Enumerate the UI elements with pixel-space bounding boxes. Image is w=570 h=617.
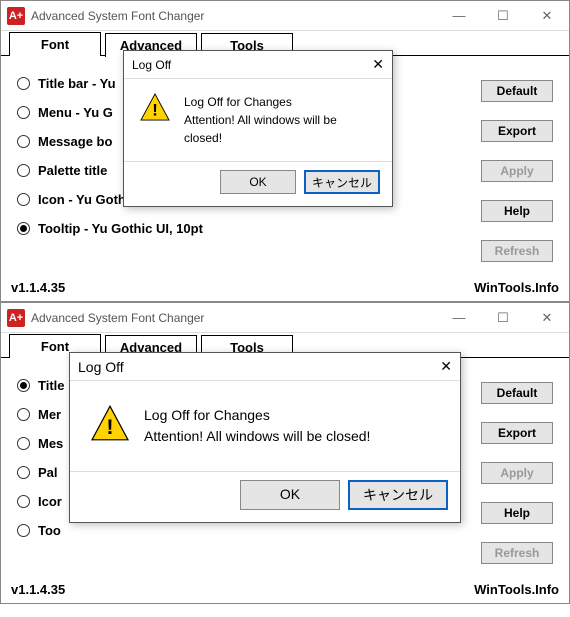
dialog-close-icon[interactable]: ✕ xyxy=(440,358,452,375)
dialog-line1: Log Off for Changes xyxy=(184,93,376,111)
option-label: Mes xyxy=(38,436,63,451)
dialog-close-icon[interactable]: ✕ xyxy=(372,56,384,73)
version-label: v1.1.4.35 xyxy=(11,280,65,295)
cancel-button[interactable]: キャンセル xyxy=(348,480,448,510)
radio-icon xyxy=(17,164,30,177)
option-label: Tooltip - Yu Gothic UI, 10pt xyxy=(38,221,203,236)
radio-icon xyxy=(17,77,30,90)
maximize-button[interactable]: ☐ xyxy=(481,303,525,333)
warning-icon: ! xyxy=(90,405,130,441)
window-title: Advanced System Font Changer xyxy=(31,9,437,23)
apply-button: Apply xyxy=(481,462,553,484)
version-label: v1.1.4.35 xyxy=(11,582,65,597)
radio-icon xyxy=(17,193,30,206)
warning-icon: ! xyxy=(140,93,170,121)
dialog-line1: Log Off for Changes xyxy=(144,405,370,426)
option-label: Mer xyxy=(38,407,61,422)
footer: v1.1.4.35 WinTools.Info xyxy=(1,580,569,603)
radio-icon xyxy=(17,408,30,421)
tab-font[interactable]: Font xyxy=(9,32,101,56)
dialog-title: Log Off xyxy=(132,58,372,72)
dialog-title: Log Off xyxy=(78,359,440,375)
close-button[interactable]: ✕ xyxy=(525,1,569,31)
svg-text:!: ! xyxy=(106,414,113,439)
option-label: Palette title xyxy=(38,163,107,178)
help-button[interactable]: Help xyxy=(481,200,553,222)
app-icon: A+ xyxy=(7,309,25,327)
cancel-button[interactable]: キャンセル xyxy=(304,170,380,194)
dialog-titlebar[interactable]: Log Off ✕ xyxy=(70,353,460,381)
option-tooltip[interactable]: Too xyxy=(17,523,481,538)
minimize-button[interactable]: — xyxy=(437,303,481,333)
app-icon: A+ xyxy=(7,7,25,25)
radio-icon xyxy=(17,437,30,450)
logoff-dialog: Log Off ✕ ! Log Off for Changes Attentio… xyxy=(69,352,461,523)
titlebar[interactable]: A+ Advanced System Font Changer — ☐ ✕ xyxy=(1,303,569,333)
side-buttons: Default Export Apply Help Refresh xyxy=(481,76,553,274)
refresh-button: Refresh xyxy=(481,542,553,564)
side-buttons: Default Export Apply Help Refresh xyxy=(481,378,553,576)
apply-button: Apply xyxy=(481,160,553,182)
export-button[interactable]: Export xyxy=(481,422,553,444)
option-tooltip[interactable]: Tooltip - Yu Gothic UI, 10pt xyxy=(17,221,481,236)
radio-icon xyxy=(17,466,30,479)
radio-icon xyxy=(17,135,30,148)
svg-text:!: ! xyxy=(152,100,158,119)
option-label: Title bar - Yu xyxy=(38,76,116,91)
radio-icon xyxy=(17,379,30,392)
dialog-message: Log Off for Changes Attention! All windo… xyxy=(144,405,370,447)
dialog-line2: Attention! All windows will be closed! xyxy=(184,111,376,147)
option-label: Message bo xyxy=(38,134,112,149)
radio-icon xyxy=(17,106,30,119)
radio-icon xyxy=(17,524,30,537)
radio-icon xyxy=(17,222,30,235)
site-label[interactable]: WinTools.Info xyxy=(474,582,559,597)
site-label[interactable]: WinTools.Info xyxy=(474,280,559,295)
dialog-line2: Attention! All windows will be closed! xyxy=(144,426,370,447)
titlebar[interactable]: A+ Advanced System Font Changer — ☐ ✕ xyxy=(1,1,569,31)
maximize-button[interactable]: ☐ xyxy=(481,1,525,31)
window-title: Advanced System Font Changer xyxy=(31,311,437,325)
option-label: Menu - Yu G xyxy=(38,105,113,120)
minimize-button[interactable]: — xyxy=(437,1,481,31)
help-button[interactable]: Help xyxy=(481,502,553,524)
dialog-titlebar[interactable]: Log Off ✕ xyxy=(124,51,392,79)
option-label: Title xyxy=(38,378,65,393)
option-label: Too xyxy=(38,523,61,538)
dialog-message: Log Off for Changes Attention! All windo… xyxy=(184,93,376,147)
logoff-dialog: Log Off ✕ ! Log Off for Changes Attentio… xyxy=(123,50,393,207)
option-label: Pal xyxy=(38,465,58,480)
app-window-top: A+ Advanced System Font Changer — ☐ ✕ Fo… xyxy=(0,0,570,302)
radio-icon xyxy=(17,495,30,508)
footer: v1.1.4.35 WinTools.Info xyxy=(1,278,569,301)
default-button[interactable]: Default xyxy=(481,382,553,404)
option-label: Icor xyxy=(38,494,62,509)
refresh-button: Refresh xyxy=(481,240,553,262)
default-button[interactable]: Default xyxy=(481,80,553,102)
app-window-bottom: A+ Advanced System Font Changer — ☐ ✕ Fo… xyxy=(0,302,570,604)
ok-button[interactable]: OK xyxy=(240,480,340,510)
close-button[interactable]: ✕ xyxy=(525,303,569,333)
ok-button[interactable]: OK xyxy=(220,170,296,194)
export-button[interactable]: Export xyxy=(481,120,553,142)
